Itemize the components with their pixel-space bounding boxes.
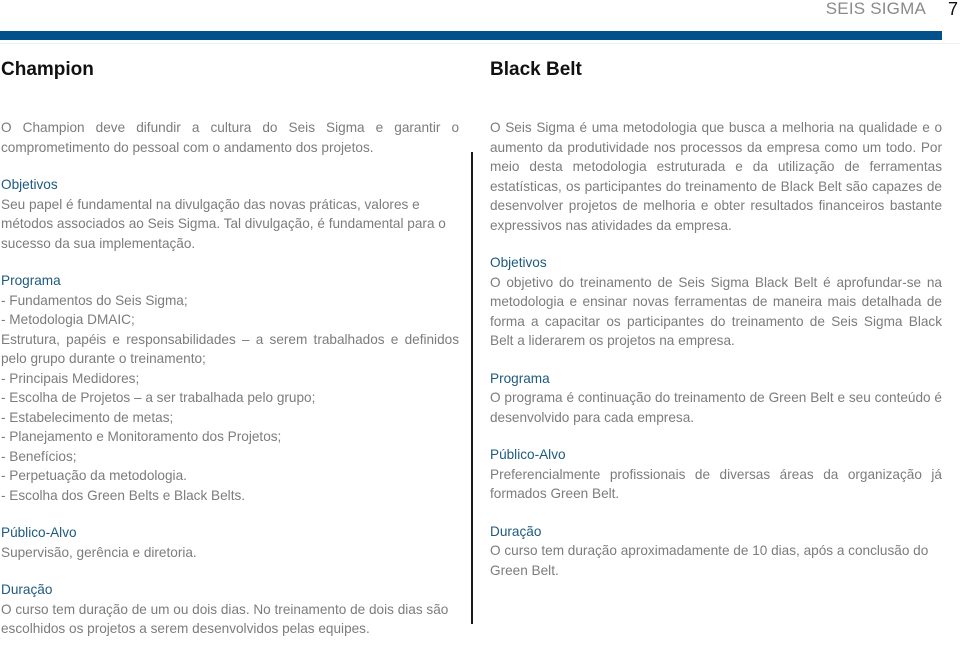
programa-item: Estrutura, papéis e responsabilidades – … [1,331,459,367]
header-accent-bar [0,31,942,40]
programa-item: - Escolha de Projetos – a ser trabalhada… [1,390,316,405]
black-belt-programa-heading: Programa [490,370,550,386]
champion-objetivos-section: Objetivos Seu papel é fundamental na div… [1,175,459,253]
programa-item: - Metodologia DMAIC; [1,312,135,327]
black-belt-programa-text: O programa é continuação do treinamento … [490,390,942,425]
black-belt-publico-heading: Público-Alvo [490,447,566,462]
header-title: SEIS SIGMA [825,0,926,18]
champion-intro-section: O Champion deve difundir a cultura do Se… [1,118,459,157]
black-belt-objetivos-heading: Objetivos [490,255,547,270]
column-divider [471,152,473,624]
programa-item: - Perpetuação da metodologia. [1,468,187,483]
champion-duracao-section: Duração O curso tem duração de um ou doi… [1,580,459,639]
black-belt-programa-section: Programa O programa é continuação do tre… [490,369,942,428]
champion-programa-heading: Programa [1,273,61,288]
black-belt-duracao-heading: Duração [490,523,542,539]
black-belt-intro-section: O Seis Sigma é uma metodologia que busca… [490,118,942,235]
black-belt-objetivos-section: Objetivos O objetivo do treinamento de S… [490,253,942,351]
black-belt-intro: O Seis Sigma é uma metodologia que busca… [490,120,942,233]
champion-duracao-text: O curso tem duração de um ou dois dias. … [1,601,449,637]
header-rule [0,43,960,44]
page-number: 7 [947,0,958,19]
champion-column: Champion O Champion deve difundir a cult… [1,58,459,657]
black-belt-publico-section: Público-Alvo Preferencialmente profissio… [490,445,942,504]
champion-objetivos-text: Seu papel é fundamental na divulgação da… [1,196,446,251]
champion-intro: O Champion deve difundir a cultura do Se… [1,120,459,155]
programa-item: - Benefícios; [1,448,77,464]
champion-programa-section: Programa - Fundamentos do Seis Sigma; - … [1,271,459,505]
programa-item: - Principais Medidores; [1,370,140,386]
champion-title: Champion [1,59,94,80]
champion-duracao-heading: Duração [1,582,53,597]
black-belt-objetivos-text: O objetivo do treinamento de Seis Sigma … [490,274,942,349]
programa-item: - Planejamento e Monitoramento dos Proje… [1,429,282,444]
black-belt-publico-text: Preferencialmente profissionais de diver… [490,466,942,502]
black-belt-title: Black Belt [490,59,582,80]
champion-publico-heading: Público-Alvo [1,525,77,540]
champion-publico-text: Supervisão, gerência e diretoria. [1,544,197,560]
programa-item: - Escolha dos Green Belts e Black Belts. [1,487,246,503]
black-belt-column: Black Belt O Seis Sigma é uma metodologi… [490,58,942,598]
programa-item: - Fundamentos do Seis Sigma; [1,292,188,308]
champion-objetivos-heading: Objetivos [1,177,58,192]
black-belt-duracao-section: Duração O curso tem duração aproximadame… [490,522,942,581]
champion-publico-section: Público-Alvo Supervisão, gerência e dire… [1,523,459,562]
black-belt-duracao-text: O curso tem duração aproximadamente de 1… [490,543,929,578]
programa-item: - Estabelecimento de metas; [1,409,174,425]
